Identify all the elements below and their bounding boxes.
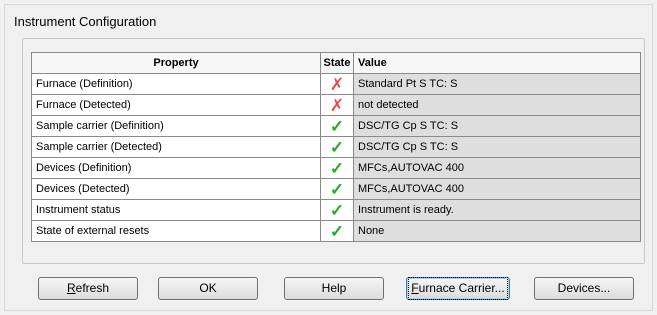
check-icon: ✓ — [329, 179, 345, 199]
cross-icon: ✗ — [329, 95, 345, 115]
state-cell: ✗ — [320, 73, 354, 95]
furnace-carrier-label: urnace Carrier... — [418, 281, 505, 295]
state-cell: ✓ — [320, 157, 354, 179]
property-cell[interactable]: Instrument status — [31, 199, 321, 221]
check-icon: ✓ — [329, 137, 345, 157]
value-cell[interactable]: MFCs,AUTOVAC 400 — [353, 157, 641, 179]
devices-button[interactable]: Devices... — [534, 277, 634, 300]
property-cell[interactable]: Devices (Definition) — [31, 157, 321, 179]
table-row[interactable]: Instrument status ✓ Instrument is ready. — [31, 199, 641, 221]
ok-button[interactable]: OK — [158, 277, 258, 300]
property-cell[interactable]: State of external resets — [31, 220, 321, 242]
state-cell: ✓ — [320, 136, 354, 158]
value-cell[interactable]: DSC/TG Cp S TC: S — [353, 115, 641, 137]
table-header-row: Property State Value — [31, 52, 641, 74]
header-value[interactable]: Value — [353, 52, 641, 74]
table-row[interactable]: Devices (Detected) ✓ MFCs,AUTOVAC 400 — [31, 178, 641, 200]
header-property[interactable]: Property — [31, 52, 321, 74]
property-cell[interactable]: Furnace (Detected) — [31, 94, 321, 116]
help-label: Help — [321, 281, 347, 295]
value-cell[interactable]: Instrument is ready. — [353, 199, 641, 221]
state-cell: ✓ — [320, 220, 354, 242]
value-cell[interactable]: Standard Pt S TC: S — [353, 73, 641, 95]
property-cell[interactable]: Devices (Detected) — [31, 178, 321, 200]
header-state[interactable]: State — [320, 52, 354, 74]
state-cell: ✓ — [320, 178, 354, 200]
table-row[interactable]: Devices (Definition) ✓ MFCs,AUTOVAC 400 — [31, 157, 641, 179]
config-table: Property State Value Furnace (Definition… — [31, 52, 641, 242]
state-cell: ✗ — [320, 94, 354, 116]
cross-icon: ✗ — [329, 74, 345, 94]
value-cell[interactable]: not detected — [353, 94, 641, 116]
refresh-button[interactable]: Refresh — [38, 277, 138, 300]
state-cell: ✓ — [320, 115, 354, 137]
table-row[interactable]: Sample carrier (Detected) ✓ DSC/TG Cp S … — [31, 136, 641, 158]
table-row[interactable]: State of external resets ✓ None — [31, 220, 641, 242]
check-icon: ✓ — [329, 158, 345, 178]
refresh-mnemonic: R — [66, 281, 76, 295]
value-cell[interactable]: DSC/TG Cp S TC: S — [353, 136, 641, 158]
dialog-title: Instrument Configuration — [14, 14, 157, 29]
table-row[interactable]: Furnace (Definition) ✗ Standard Pt S TC:… — [31, 73, 641, 95]
property-cell[interactable]: Furnace (Definition) — [31, 73, 321, 95]
check-icon: ✓ — [329, 116, 345, 136]
property-cell[interactable]: Sample carrier (Definition) — [31, 115, 321, 137]
value-cell[interactable]: None — [353, 220, 641, 242]
state-cell: ✓ — [320, 199, 354, 221]
furnace-carrier-button[interactable]: Furnace Carrier... — [406, 277, 510, 300]
property-cell[interactable]: Sample carrier (Detected) — [31, 136, 321, 158]
refresh-label: efresh — [75, 281, 110, 295]
ok-label: OK — [199, 281, 217, 295]
help-button[interactable]: Help — [284, 277, 384, 300]
check-icon: ✓ — [329, 200, 345, 220]
check-icon: ✓ — [329, 221, 345, 241]
table-row[interactable]: Sample carrier (Definition) ✓ DSC/TG Cp … — [31, 115, 641, 137]
devices-label: Devices... — [557, 281, 611, 295]
furnace-carrier-label-wrap: Furnace Carrier... — [408, 277, 508, 300]
table-row[interactable]: Furnace (Detected) ✗ not detected — [31, 94, 641, 116]
furnace-carrier-mnemonic: F — [411, 281, 419, 295]
value-cell[interactable]: MFCs,AUTOVAC 400 — [353, 178, 641, 200]
